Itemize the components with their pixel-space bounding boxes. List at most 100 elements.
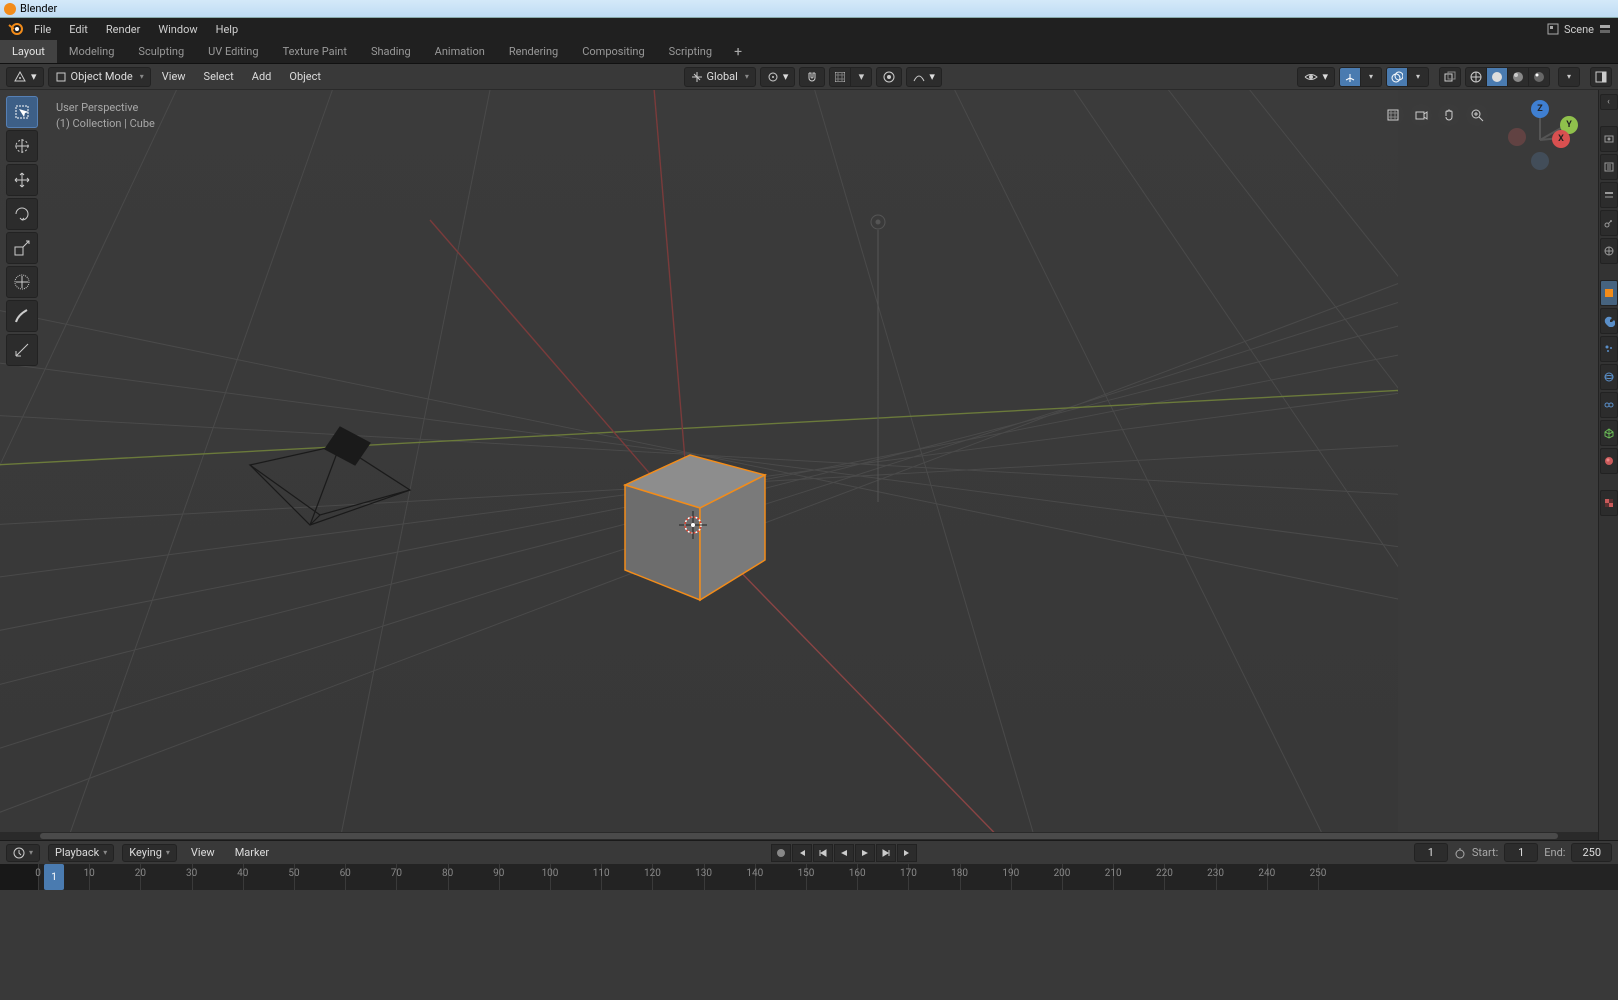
- overlay-dropdown[interactable]: ▾: [1407, 67, 1429, 87]
- jump-start-button[interactable]: [792, 844, 812, 862]
- shading-material[interactable]: [1507, 67, 1529, 87]
- menu-window[interactable]: Window: [150, 20, 205, 39]
- gizmo-dropdown[interactable]: ▾: [1360, 67, 1382, 87]
- jump-next-key-button[interactable]: [876, 844, 896, 862]
- start-frame-input[interactable]: 1: [1504, 843, 1538, 862]
- prop-tab-render[interactable]: [1600, 126, 1618, 152]
- end-frame-input[interactable]: 250: [1571, 843, 1612, 862]
- jump-end-button[interactable]: [897, 844, 917, 862]
- play-button[interactable]: [855, 844, 875, 862]
- shading-dropdown[interactable]: ▾: [1558, 67, 1580, 87]
- tool-measure[interactable]: [6, 334, 38, 366]
- autokey-toggle[interactable]: [771, 844, 791, 862]
- workspace-animation[interactable]: Animation: [423, 40, 497, 63]
- viewport-menu-add[interactable]: Add: [245, 70, 279, 83]
- timeline-tick-label: 80: [442, 868, 453, 879]
- prop-tab-scene[interactable]: [1600, 210, 1618, 236]
- workspace-scripting[interactable]: Scripting: [657, 40, 724, 63]
- pan-button[interactable]: [1438, 104, 1460, 126]
- shading-solid[interactable]: [1486, 67, 1508, 87]
- snap-dropdown[interactable]: ▾: [850, 67, 872, 87]
- workspace-modeling[interactable]: Modeling: [57, 40, 127, 63]
- timeline-ruler[interactable]: 0102030405060708090100110120130140150160…: [0, 864, 1618, 890]
- menu-help[interactable]: Help: [208, 20, 247, 39]
- viewport-3d[interactable]: User Perspective (1) Collection | Cube Z…: [0, 90, 1618, 840]
- keying-menu[interactable]: Keying▾: [122, 844, 177, 862]
- blender-icon[interactable]: [6, 20, 24, 38]
- xray-toggle[interactable]: [1439, 67, 1461, 87]
- sidebar-toggle[interactable]: [1590, 67, 1612, 87]
- prop-tab-output[interactable]: [1600, 154, 1618, 180]
- timeline-menu-marker[interactable]: Marker: [229, 846, 275, 859]
- workspace-compositing[interactable]: Compositing: [570, 40, 656, 63]
- prop-tab-modifier[interactable]: [1600, 308, 1618, 334]
- scene-selector[interactable]: Scene: [1546, 22, 1612, 36]
- n-panel-toggle[interactable]: ‹: [1600, 94, 1618, 110]
- workspace-texture-paint[interactable]: Texture Paint: [271, 40, 359, 63]
- workspace-layout[interactable]: Layout: [0, 40, 57, 63]
- shading-rendered[interactable]: [1528, 67, 1550, 87]
- tool-rotate[interactable]: [6, 198, 38, 230]
- show-gizmo-toggle[interactable]: [1339, 67, 1361, 87]
- proportional-falloff[interactable]: ▾: [906, 67, 942, 87]
- tool-transform[interactable]: [6, 266, 38, 298]
- timeline-editor-selector[interactable]: ▾: [6, 844, 40, 862]
- zoom-in-button[interactable]: [1466, 104, 1488, 126]
- tool-move[interactable]: [6, 164, 38, 196]
- prop-tab-view-layer[interactable]: [1600, 182, 1618, 208]
- snap-increment[interactable]: [829, 67, 851, 87]
- stopwatch-icon: [1454, 847, 1466, 859]
- menu-render[interactable]: Render: [98, 20, 148, 39]
- prop-tab-data[interactable]: [1600, 420, 1618, 446]
- navigation-gizmo[interactable]: Z Y X: [1500, 100, 1580, 180]
- prop-tab-physics[interactable]: [1600, 364, 1618, 390]
- workspace-shading[interactable]: Shading: [359, 40, 423, 63]
- prop-tab-object[interactable]: [1600, 280, 1618, 306]
- viewport-menu-select[interactable]: Select: [197, 70, 241, 83]
- prop-tab-particle[interactable]: [1600, 336, 1618, 362]
- gizmo-x-axis[interactable]: X: [1552, 130, 1570, 148]
- tool-annotate[interactable]: [6, 300, 38, 332]
- orientation-selector[interactable]: Global ▾: [684, 67, 756, 87]
- proportional-edit-toggle[interactable]: [876, 67, 902, 87]
- tool-cursor[interactable]: [6, 130, 38, 162]
- cube-object[interactable]: [615, 440, 775, 620]
- workspace-rendering[interactable]: Rendering: [497, 40, 570, 63]
- timeline-playhead[interactable]: 1: [44, 864, 64, 890]
- gizmo-neg-z-axis[interactable]: [1531, 152, 1549, 170]
- magnet-icon: [806, 71, 818, 83]
- jump-prev-key-button[interactable]: [813, 844, 833, 862]
- shading-wireframe[interactable]: [1465, 67, 1487, 87]
- editor-type-icon: [13, 70, 27, 84]
- add-workspace-button[interactable]: +: [724, 44, 752, 60]
- current-frame-input[interactable]: 1: [1414, 843, 1448, 862]
- menu-edit[interactable]: Edit: [61, 20, 96, 39]
- viewport-menu-object[interactable]: Object: [282, 70, 328, 83]
- timeline-menu-view[interactable]: View: [185, 846, 221, 859]
- zoom-button[interactable]: [1382, 104, 1404, 126]
- show-overlays-toggle[interactable]: [1386, 67, 1408, 87]
- playback-menu[interactable]: Playback▾: [48, 844, 114, 862]
- menu-file[interactable]: File: [26, 20, 59, 39]
- timeline-tick-label: 190: [1002, 868, 1019, 879]
- gizmo-z-axis[interactable]: Z: [1531, 100, 1549, 118]
- visibility-selector[interactable]: ▾: [1297, 67, 1335, 87]
- pivot-selector[interactable]: ▾: [760, 67, 796, 87]
- prop-tab-constraint[interactable]: [1600, 392, 1618, 418]
- snap-toggle[interactable]: [799, 67, 825, 87]
- editor-type-selector[interactable]: ▾: [6, 67, 44, 87]
- prop-tab-material[interactable]: [1600, 448, 1618, 474]
- viewport-menu-view[interactable]: View: [155, 70, 193, 83]
- workspace-tabs: Layout Modeling Sculpting UV Editing Tex…: [0, 40, 1618, 64]
- tool-scale[interactable]: [6, 232, 38, 264]
- prop-tab-world[interactable]: [1600, 238, 1618, 264]
- camera-button[interactable]: [1410, 104, 1432, 126]
- workspace-sculpting[interactable]: Sculpting: [126, 40, 196, 63]
- gizmo-neg-x-axis[interactable]: [1508, 128, 1526, 146]
- play-reverse-button[interactable]: [834, 844, 854, 862]
- viewport-scroll[interactable]: [0, 832, 1598, 840]
- mode-selector[interactable]: Object Mode ▾: [48, 67, 151, 87]
- workspace-uv-editing[interactable]: UV Editing: [196, 40, 270, 63]
- prop-tab-texture[interactable]: [1600, 490, 1618, 516]
- tool-select-box[interactable]: [6, 96, 38, 128]
